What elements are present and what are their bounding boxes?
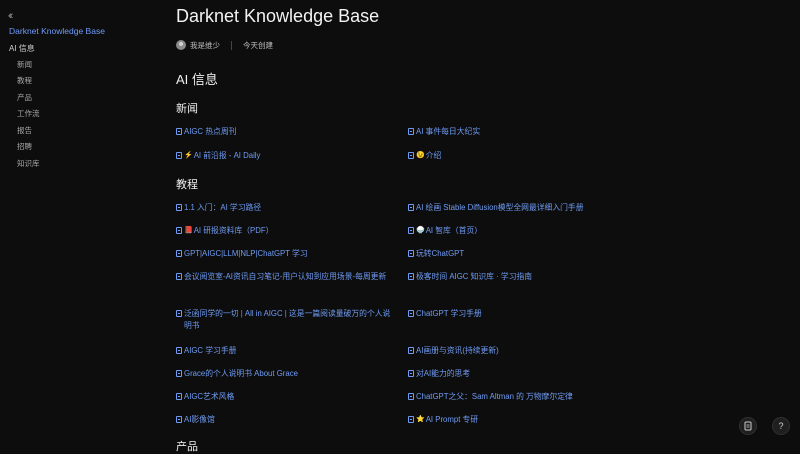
doc-link[interactable]: ChatGPT之父：Sam Altman 的 万物摩尔定律 [408,391,633,403]
double-chevron-left-icon[interactable]: ‹‹ [8,10,14,22]
sidebar-item-jobs[interactable]: 招聘 [17,141,32,152]
doc-link-label: 玩转ChatGPT [416,249,465,258]
doc-link[interactable]: AI影像馆 [176,414,386,426]
document-outline-button[interactable] [739,417,757,435]
document-icon [176,310,182,317]
sidebar-item-knowledge[interactable]: 知识库 [17,158,40,169]
doc-link[interactable]: 😉 介绍 [408,150,628,162]
doc-link[interactable]: 极客时间 AIGC 知识库 · 学习指南 [408,271,628,283]
doc-link-label: AI 前沿报 - AI Daily [193,151,261,160]
doc-link[interactable]: 会议阅览室-AI资讯自习笔记-用户认知到应用场景-每周更新 [176,271,394,283]
section-heading-tutorial: 教程 [176,179,198,191]
doc-link[interactable]: ⚡ AI 前沿报 - AI Daily [176,150,386,162]
rice-bowl-icon: 🍚 [416,227,425,234]
doc-link-label: AIGC 学习手册 [184,346,237,355]
help-button[interactable]: ? [772,417,790,435]
document-icon [744,421,751,431]
section-title-ai-info: AI 信息 [176,72,218,87]
document-icon [176,152,182,159]
document-icon [176,393,182,400]
star-icon: ⭐ [416,416,425,423]
doc-link-label: 1.1 入门：AI 学习路径 [184,203,262,212]
doc-link-label: 对AI能力的思考 [416,369,471,378]
document-icon [176,273,182,280]
doc-link[interactable]: GPT|AIGC|LLM|NLP|ChatGPT 学习 [176,248,386,260]
doc-link[interactable]: AI 事件每日大纪实 [408,126,628,138]
meta-divider [231,40,232,50]
document-icon [176,204,182,211]
doc-link[interactable]: ⭐ AI Prompt 专研 [408,414,628,426]
doc-link-label: AIGC艺术风格 [184,392,235,401]
created-label: 今天创建 [243,40,273,50]
document-icon [408,393,414,400]
lightning-icon: ⚡ [184,152,193,159]
sidebar-group-ai-info[interactable]: AI 信息 [9,43,35,54]
doc-link[interactable]: 泛函同学的一切 | All in AIGC | 这是一篇阅读量破万的个人说明书 [176,308,394,332]
document-icon [176,347,182,354]
wink-face-icon: 😉 [416,152,425,159]
doc-link-label: Grace的个人说明书 About Grace [184,369,298,378]
doc-link-label: AI 研报资料库（PDF） [193,226,274,235]
doc-link-label: ChatGPT之父：Sam Altman 的 万物摩尔定律 [416,392,573,401]
document-icon [176,416,182,423]
sidebar-item-report[interactable]: 报告 [17,125,32,136]
doc-link[interactable]: AI 绘画 Stable Diffusion模型全网最详细入门手册 [408,202,633,214]
document-icon [408,128,414,135]
document-icon [408,204,414,211]
doc-link-label: 会议阅览室-AI资讯自习笔记-用户认知到应用场景-每周更新 [184,272,387,281]
doc-link-label: ChatGPT 学习手册 [416,309,482,318]
doc-link-label: GPT|AIGC|LLM|NLP|ChatGPT 学习 [184,249,308,258]
author-name[interactable]: 我是维少 [190,40,220,51]
doc-link[interactable]: 🍚 AI 智库（首页） [408,225,628,237]
doc-link-label: AI画册与资讯(持续更新) [416,346,499,355]
doc-link[interactable]: AIGC 学习手册 [176,345,386,357]
sidebar-item-workflow[interactable]: 工作流 [17,108,40,119]
doc-link[interactable]: ChatGPT 学习手册 [408,308,628,320]
section-heading-news: 新闻 [176,103,198,115]
avatar[interactable] [176,40,186,50]
sidebar-item-news[interactable]: 新闻 [17,59,32,70]
doc-link[interactable]: Grace的个人说明书 About Grace [176,368,386,380]
document-icon [176,227,182,234]
sidebar-item-product[interactable]: 产品 [17,92,32,103]
document-icon [408,310,414,317]
document-icon [408,370,414,377]
document-icon [408,152,414,159]
doc-link-label: 极客时间 AIGC 知识库 · 学习指南 [416,272,533,281]
doc-link-label: AI 事件每日大纪实 [416,127,481,136]
document-icon [176,370,182,377]
doc-meta: 我是维少 今天创建 [176,38,273,52]
doc-link[interactable]: 📕 AI 研报资料库（PDF） [176,225,386,237]
doc-link[interactable]: 玩转ChatGPT [408,248,628,260]
document-icon [408,416,414,423]
sidebar-item-tutorial[interactable]: 教程 [17,75,32,86]
document-icon [408,227,414,234]
document-icon [408,347,414,354]
section-heading-product: 产品 [176,441,198,453]
doc-link[interactable]: AIGC艺术风格 [176,391,386,403]
document-icon [176,128,182,135]
doc-link[interactable]: AI画册与资讯(持续更新) [408,345,628,357]
doc-link[interactable]: 对AI能力的思考 [408,368,628,380]
document-icon [408,273,414,280]
doc-link-label: 泛函同学的一切 | All in AIGC | 这是一篇阅读量破万的个人说明书 [184,309,391,330]
red-book-icon: 📕 [184,227,193,234]
document-icon [176,250,182,257]
sidebar-kb-title[interactable]: Darknet Knowledge Base [9,26,105,36]
sidebar: ‹‹ Darknet Knowledge Base AI 信息 新闻 教程 产品… [0,0,150,451]
doc-link-label: AI 智库（首页） [425,226,483,235]
document-icon [408,250,414,257]
doc-link-label: 介绍 [425,151,442,160]
doc-link-label: AI 绘画 Stable Diffusion模型全网最详细入门手册 [416,203,584,212]
help-icon: ? [778,421,784,431]
page-title: Darknet Knowledge Base [176,6,380,26]
doc-link-label: AI影像馆 [184,415,215,424]
doc-link[interactable]: AIGC 热点周刊 [176,126,386,138]
doc-link[interactable]: 1.1 入门：AI 学习路径 [176,202,386,214]
doc-link-label: AIGC 热点周刊 [184,127,237,136]
doc-link-label: AI Prompt 专研 [425,415,479,424]
